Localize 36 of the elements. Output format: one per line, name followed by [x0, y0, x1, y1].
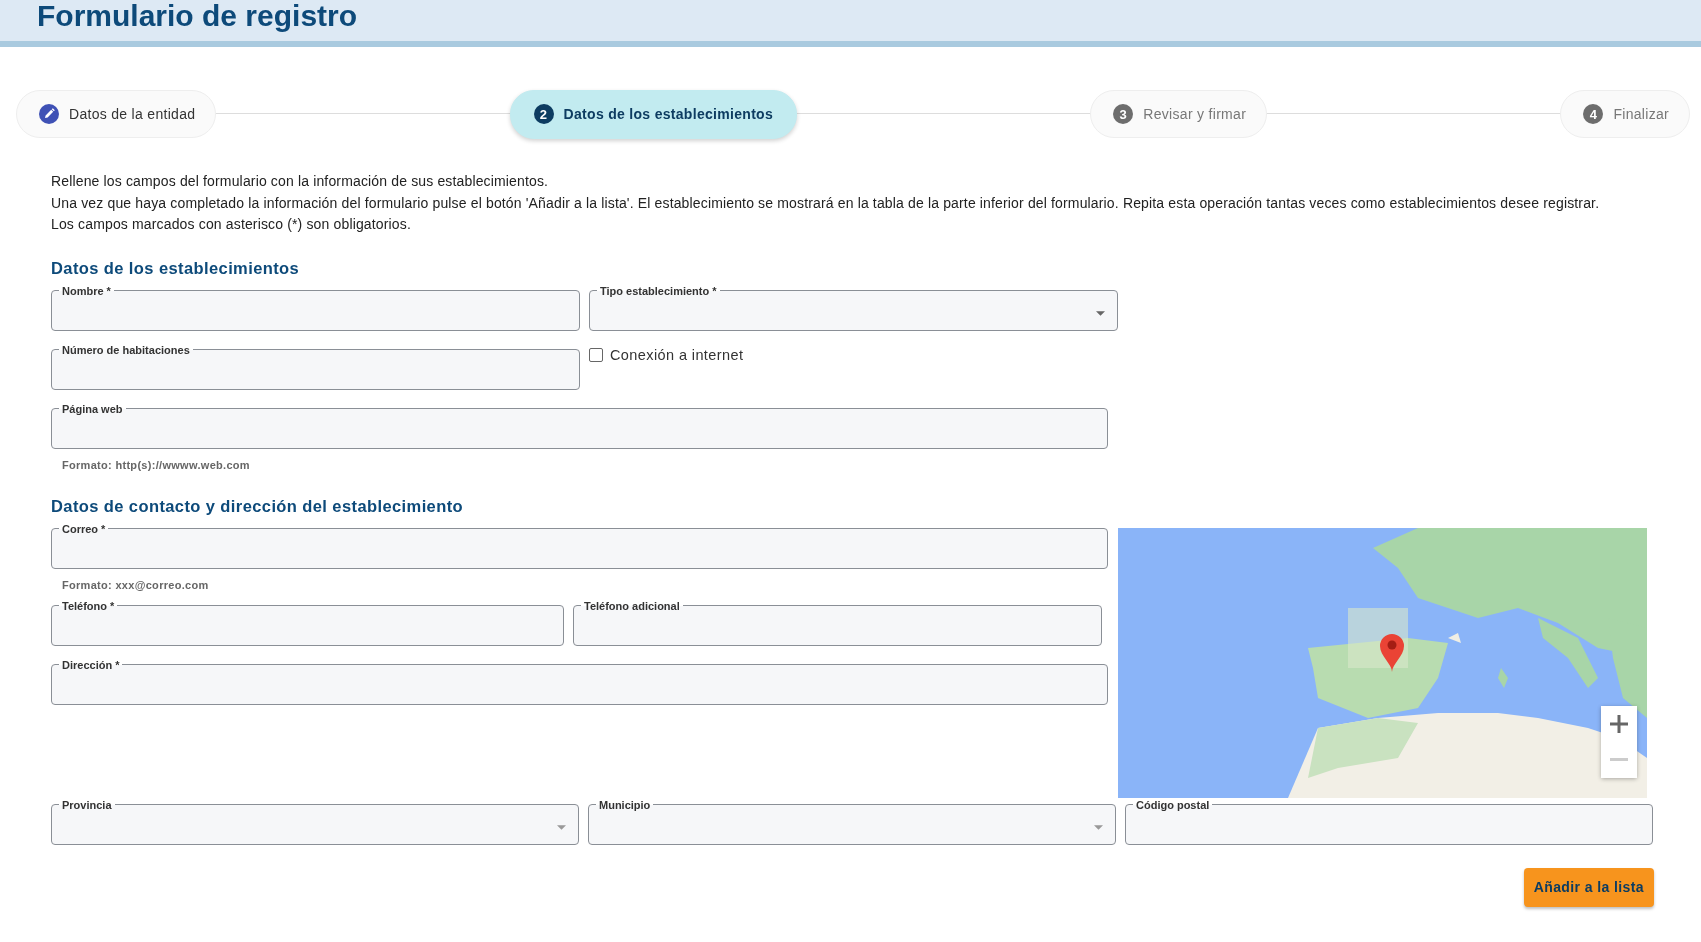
instruction-text: Los campos marcados con asterisco (*) son obligatorios.: [51, 215, 412, 234]
format-hint: Formato: http(s)://wwww.web.com: [62, 458, 251, 471]
step-tab[interactable]: 4 Finalizar: [1560, 90, 1690, 138]
field-label: Número de habitaciones: [59, 343, 193, 356]
instruction-text: Rellene los campos del formulario con la información de sus establecimientos.: [51, 172, 550, 191]
field-label: Provincia: [59, 798, 115, 811]
field-label: Dirección *: [59, 658, 123, 671]
field-label: Teléfono adicional: [581, 599, 683, 612]
section-heading: Datos de los establecimientos: [51, 257, 301, 278]
zoom-in-button[interactable]: [1601, 705, 1637, 742]
step-tab[interactable]: 2 Datos de los establecimientos: [509, 89, 798, 139]
caret-icon: [1096, 310, 1105, 316]
step-number: 3: [1113, 104, 1134, 124]
step-tab[interactable]: 3 Revisar y firmar: [1090, 90, 1268, 138]
field-label: Nombre *: [59, 284, 114, 297]
section-heading: Datos de contacto y dirección del establecimiento: [51, 495, 465, 516]
field-label: Código postal: [1133, 798, 1213, 811]
step-tab[interactable]: Datos de la entidad: [16, 90, 217, 138]
minus-icon: [1610, 758, 1628, 761]
field-label: Municipio: [596, 798, 654, 811]
step-number: 2: [533, 104, 554, 124]
instruction-text: Una vez que haya completado la información del formulario pulse el botón 'Añadir a la lista'. El establecimiento se mostrará en la tabla de la parte inferior del formulario. Repita esta operación tantas veces como establecimientos desee registrar.: [51, 193, 1601, 213]
field-label: Página web: [59, 402, 126, 415]
checkbox-box[interactable]: [589, 347, 603, 362]
format-hint: Formato: xxx@correo.com: [62, 578, 210, 591]
plus-icon: [1610, 714, 1628, 733]
field-label: Teléfono *: [59, 599, 118, 612]
pencil-icon: [39, 104, 59, 124]
checkbox[interactable]: Conexión a internet: [589, 345, 744, 364]
step-number: 4: [1583, 104, 1604, 124]
field-label: Correo *: [59, 522, 109, 535]
caret-icon: [557, 824, 566, 830]
caret-icon: [1094, 824, 1103, 830]
page-title: Formulario de registro: [37, 1, 358, 31]
field-label: Tipo establecimiento *: [597, 284, 720, 297]
add-to-list-button[interactable]: Añadir a la lista: [1523, 867, 1654, 907]
